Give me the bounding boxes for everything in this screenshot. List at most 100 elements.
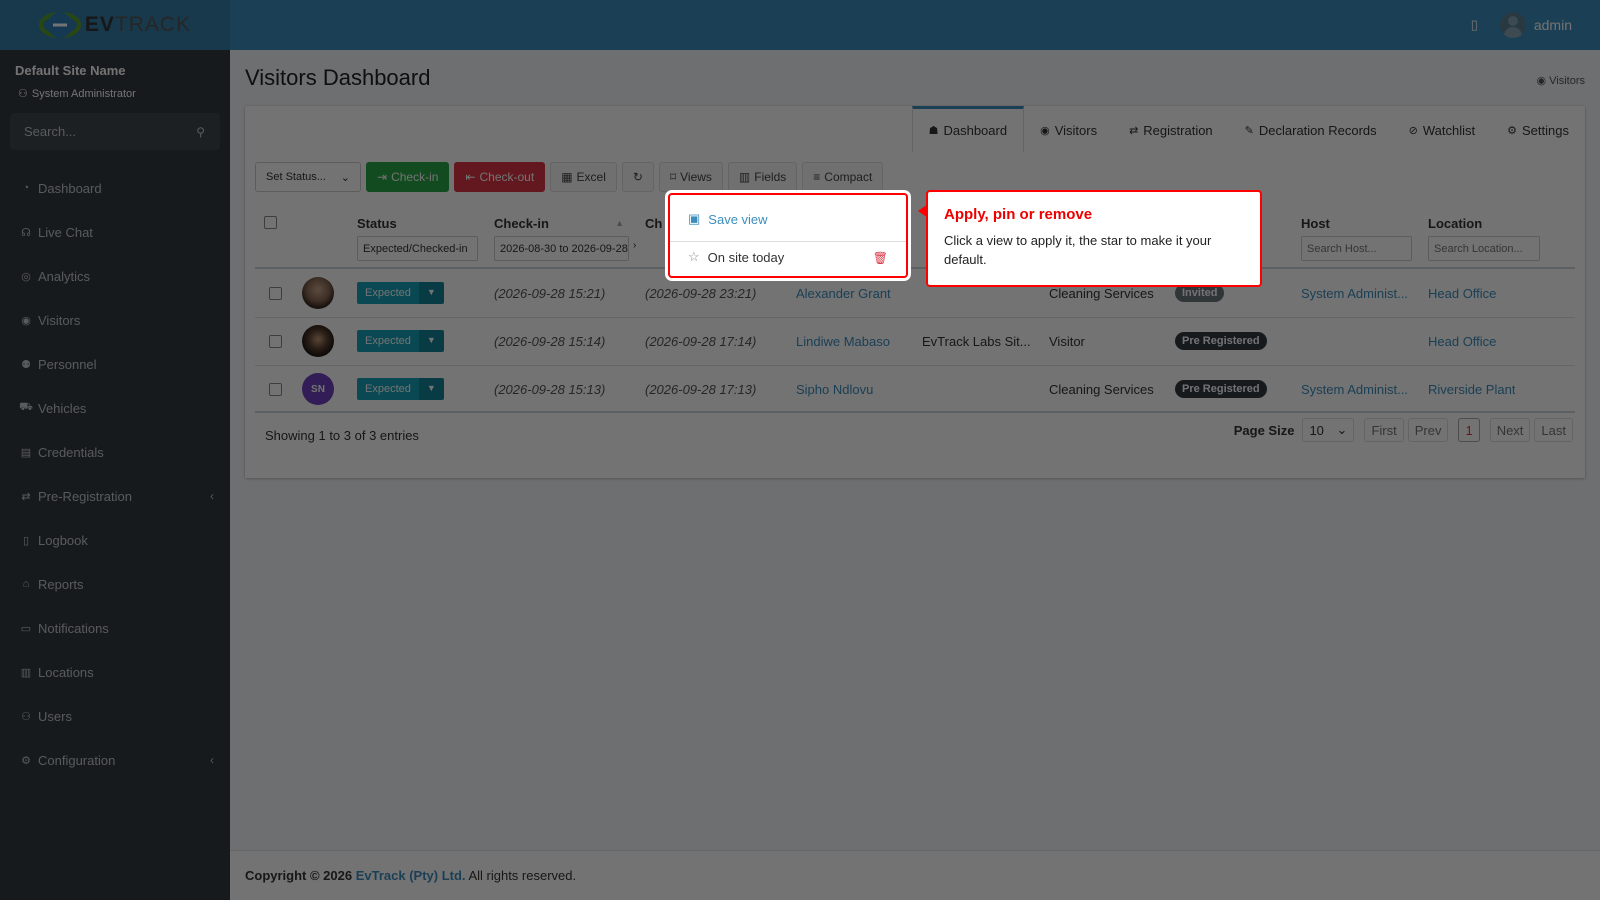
- page-footer: Copyright © 2026 EvTrack (Pty) Ltd. All …: [230, 850, 1600, 900]
- gear-icon: ⚙: [1507, 125, 1518, 137]
- sidebar-item-users[interactable]: ⚇ Users: [0, 698, 230, 734]
- tooltip-title: Apply, pin or remove: [944, 206, 1093, 223]
- building-icon[interactable]: ▯: [1471, 17, 1478, 33]
- set-status-select[interactable]: Set Status... ⌄: [255, 162, 361, 192]
- status-label: Expected: [357, 282, 419, 304]
- last-page-button[interactable]: Last: [1534, 418, 1573, 442]
- sidebar-item-notifications[interactable]: ▭ Notifications: [0, 610, 230, 646]
- column-header-checkin[interactable]: Check-in ▲: [494, 216, 624, 231]
- tab-registration[interactable]: ⇄ Registration: [1113, 106, 1229, 152]
- caret-down-icon: ▼: [418, 330, 444, 352]
- sidebar-item-reports[interactable]: ⌂ Reports: [0, 566, 230, 602]
- chevron-left-icon: ‹: [210, 489, 214, 503]
- chart-icon: ⌂: [22, 578, 30, 590]
- save-view-item[interactable]: ▣ Save view: [688, 211, 768, 227]
- sidebar-item-vehicles[interactable]: ⛟ Vehicles: [0, 390, 230, 426]
- column-header-location[interactable]: Location: [1428, 216, 1482, 231]
- views-button[interactable]: ⌑ Views: [658, 162, 723, 192]
- sidebar-item-personnel[interactable]: ⚉ Personnel: [0, 346, 230, 382]
- bookmark-icon: ⌑: [669, 170, 677, 184]
- trash-icon[interactable]: 🗑: [873, 251, 888, 265]
- tab-watchlist[interactable]: ⊘ Watchlist: [1393, 106, 1491, 152]
- refresh-button[interactable]: ↻: [621, 162, 654, 192]
- sidebar-item-live-chat[interactable]: ☊ Live Chat: [0, 214, 230, 250]
- sidebar-item-visitors[interactable]: ◉ Visitors: [0, 302, 230, 338]
- location-filter[interactable]: Search Location...: [1428, 236, 1540, 261]
- status-button[interactable]: Expected ▼: [357, 282, 444, 304]
- visitor-name-link[interactable]: Lindiwe Mabaso: [796, 317, 890, 365]
- star-icon[interactable]: ☆: [688, 249, 700, 265]
- sidebar-item-locations[interactable]: ▥ Locations: [0, 654, 230, 690]
- sidebar-search-input[interactable]: Search... ⚲: [10, 113, 220, 150]
- status-button[interactable]: Expected ▼: [357, 378, 444, 400]
- avatar[interactable]: SN: [302, 373, 334, 405]
- sidebar-item-analytics[interactable]: ◎ Analytics: [0, 258, 230, 294]
- column-header-status[interactable]: Status: [357, 216, 397, 231]
- status-filter[interactable]: Expected/Checked-in: [357, 236, 478, 261]
- location-link[interactable]: Head Office: [1428, 269, 1496, 317]
- user-avatar-icon: [1499, 12, 1526, 38]
- breadcrumb[interactable]: ◉ Visitors: [1537, 74, 1585, 88]
- next-page-button[interactable]: Next: [1489, 418, 1531, 442]
- checkout-button[interactable]: ⇤ Check-out: [454, 162, 546, 192]
- host-filter[interactable]: Search Host...: [1301, 236, 1412, 261]
- table-info: Showing 1 to 3 of 3 entries: [265, 428, 419, 443]
- row-checkbox[interactable]: [269, 382, 282, 396]
- breadcrumb-label: Visitors: [1549, 74, 1585, 87]
- row-checkbox[interactable]: [269, 334, 282, 348]
- checkin-button[interactable]: ⇥ Check-in: [366, 162, 450, 192]
- visitor-name-link[interactable]: Sipho Ndlovu: [796, 365, 873, 413]
- location-link[interactable]: Head Office: [1428, 317, 1496, 365]
- tab-visitors[interactable]: ◉ Visitors: [1024, 106, 1113, 152]
- avatar[interactable]: [302, 277, 334, 309]
- row-checkbox[interactable]: [269, 286, 282, 300]
- select-all-checkbox[interactable]: [264, 216, 277, 229]
- current-page-button[interactable]: 1: [1458, 418, 1480, 442]
- checkin-filter[interactable]: 2026-08-30 to 2026-09-28: [494, 236, 629, 261]
- table-row[interactable]: Expected ▼ (2026-09-28 15:14) (2026-09-28 1…: [255, 317, 1575, 365]
- prev-page-button[interactable]: Prev: [1407, 418, 1449, 442]
- tab-dashboard[interactable]: ☗ Dashboard: [911, 106, 1025, 152]
- sidebar-item-pre-registration[interactable]: ⇄ Pre-Registration ‹: [0, 478, 230, 514]
- column-header-host[interactable]: Host: [1301, 216, 1330, 231]
- avatar-cell: [302, 269, 334, 317]
- tab-declaration-records[interactable]: ✎ Declaration Records: [1229, 106, 1393, 152]
- sidebar-item-credentials[interactable]: ▤ Credentials: [0, 434, 230, 470]
- chevron-left-icon: ‹: [210, 753, 214, 767]
- fields-button[interactable]: ▥ Fields: [727, 162, 798, 192]
- first-page-button[interactable]: First: [1364, 418, 1404, 442]
- tab-label: Declaration Records: [1258, 123, 1377, 138]
- table-row[interactable]: Expected ▼ (2026-09-28 15:21) (2026-09-28 2…: [255, 269, 1575, 317]
- location-link[interactable]: Riverside Plant: [1428, 365, 1515, 413]
- caret-down-icon: ▼: [418, 378, 444, 400]
- brand-logo[interactable]: EVTRACK: [0, 0, 230, 50]
- company-cell: EvTrack Labs Sit...: [922, 333, 1031, 349]
- saved-view-item[interactable]: ☆ On site today: [688, 249, 784, 265]
- sidebar-item-configuration[interactable]: ⚙ Configuration ‹: [0, 742, 230, 778]
- rights-text: All rights reserved.: [468, 868, 577, 883]
- compact-button[interactable]: ≡ Compact: [802, 162, 884, 192]
- page-size-select[interactable]: 10 ⌄: [1302, 418, 1355, 442]
- search-icon[interactable]: ⚲: [196, 125, 205, 139]
- logo-icon: [38, 12, 81, 38]
- tab-settings[interactable]: ⚙ Settings: [1491, 106, 1585, 152]
- checkin-header-label: Check-in: [494, 216, 549, 231]
- sidebar-item-logbook[interactable]: ▯ Logbook: [0, 522, 230, 558]
- tab-label: Dashboard: [943, 123, 1008, 138]
- avatar[interactable]: [302, 325, 334, 357]
- tab-label: Watchlist: [1422, 123, 1476, 138]
- host-link[interactable]: System Administ...: [1301, 269, 1421, 317]
- status-button[interactable]: Expected ▼: [357, 330, 444, 352]
- site-name: Default Site Name: [15, 63, 126, 78]
- company-link[interactable]: EvTrack (Pty) Ltd.: [356, 868, 466, 883]
- column-header-checkout[interactable]: Ch: [645, 216, 662, 231]
- status-cell: Expected ▼: [357, 365, 444, 413]
- host-link[interactable]: [1301, 317, 1421, 365]
- excel-button[interactable]: ▦ Excel: [550, 162, 617, 192]
- sidebar-item-label: Dashboard: [38, 180, 102, 196]
- tab-label: Settings: [1522, 123, 1569, 138]
- sidebar-item-dashboard[interactable]: ◔ Dashboard: [0, 170, 230, 206]
- table-row[interactable]: SN Expected ▼ (2026-09-28 15:13) (2026-09-28…: [255, 365, 1575, 413]
- user-menu[interactable]: admin: [1499, 12, 1572, 38]
- host-link[interactable]: System Administ...: [1301, 365, 1421, 413]
